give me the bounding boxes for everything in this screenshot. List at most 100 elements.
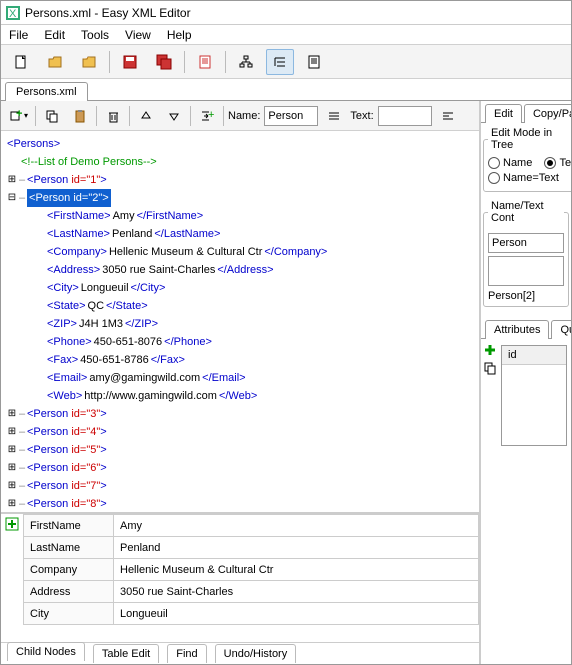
table-row[interactable]: Address3050 rue Saint-Charles: [24, 581, 479, 603]
document-button[interactable]: [191, 49, 219, 75]
name-label: Name:: [228, 110, 260, 122]
structure-view-button[interactable]: [232, 49, 260, 75]
tree-node-person-1[interactable]: ⊞–<Person id="1">: [7, 171, 473, 189]
move-down-button[interactable]: [162, 104, 186, 128]
tab-copy-paste[interactable]: Copy/Paste: [524, 104, 571, 123]
copy-button[interactable]: [40, 104, 64, 128]
open-folder-button[interactable]: [75, 49, 103, 75]
attr-cell[interactable]: [502, 365, 566, 385]
delete-button[interactable]: [101, 104, 125, 128]
tab-quick[interactable]: Quick: [551, 320, 571, 339]
save-all-button[interactable]: [150, 49, 178, 75]
title-bar: X Persons.xml - Easy XML Editor: [1, 1, 571, 25]
tree-view-button[interactable]: [266, 49, 294, 75]
right-tab-strip: Edit Copy/Paste: [481, 101, 571, 123]
toolbar-separator: [223, 106, 224, 126]
tree-leaf[interactable]: <Email>amy@gamingwild.com</Email>: [7, 369, 473, 387]
paste-button[interactable]: [68, 104, 92, 128]
copy-attribute-button[interactable]: [483, 361, 497, 375]
menu-help[interactable]: Help: [167, 28, 192, 42]
tab-table-edit[interactable]: Table Edit: [93, 644, 159, 663]
radio-name-text[interactable]: [488, 172, 500, 184]
node-name-input[interactable]: [488, 233, 564, 253]
tab-attributes[interactable]: Attributes: [485, 320, 549, 339]
indent-button[interactable]: +: [195, 104, 219, 128]
text-label: Text:: [350, 110, 373, 122]
save-button[interactable]: [116, 49, 144, 75]
toolbar-separator: [184, 51, 185, 73]
tree-leaf[interactable]: <Fax>450-651-8786</Fax>: [7, 351, 473, 369]
name-text-legend: Name/Text Cont: [488, 200, 564, 224]
tab-find[interactable]: Find: [167, 644, 206, 663]
main-toolbar: [1, 45, 571, 79]
inline-mode-button[interactable]: [322, 104, 346, 128]
tree-node-person[interactable]: ⊞–<Person id="5">: [7, 441, 473, 459]
tree-leaf[interactable]: <LastName>Penland</LastName>: [7, 225, 473, 243]
tree-leaf[interactable]: <Web>http://www.gamingwild.com</Web>: [7, 387, 473, 405]
menu-tools[interactable]: Tools: [81, 28, 109, 42]
property-table: FirstNameAmyLastNamePenlandCompanyHellen…: [1, 512, 479, 642]
svg-text:X: X: [9, 8, 17, 20]
menu-view[interactable]: View: [125, 28, 151, 42]
node-text-box[interactable]: [488, 256, 564, 286]
tree-leaf[interactable]: <State>QC</State>: [7, 297, 473, 315]
svg-text:+: +: [208, 109, 214, 121]
tree-leaf[interactable]: <FirstName>Amy</FirstName>: [7, 207, 473, 225]
menu-file[interactable]: File: [9, 28, 28, 42]
name-text-group: Name/Text Cont Person[2]: [483, 200, 569, 307]
add-attribute-button[interactable]: [483, 343, 497, 357]
property-grid[interactable]: FirstNameAmyLastNamePenlandCompanyHellen…: [23, 514, 479, 625]
table-row[interactable]: CompanyHellenic Museum & Cultural Ctr: [24, 559, 479, 581]
table-row[interactable]: CityLongueuil: [24, 603, 479, 625]
node-path: Person[2]: [488, 290, 564, 302]
text-view-button[interactable]: [300, 49, 328, 75]
tree-node-person[interactable]: ⊞–<Person id="3">: [7, 405, 473, 423]
toolbar-separator: [225, 51, 226, 73]
bottom-tab-strip: Child Nodes Table Edit Find Undo/History: [1, 642, 479, 664]
name-input[interactable]: [264, 106, 318, 126]
app-icon: X: [5, 5, 21, 21]
tree-node-person[interactable]: ⊞–<Person id="6">: [7, 459, 473, 477]
attribute-grid[interactable]: id: [501, 345, 567, 446]
tree-leaf[interactable]: <Company>Hellenic Museum & Cultural Ctr<…: [7, 243, 473, 261]
attr-header: id: [502, 346, 566, 365]
edit-mode-legend: Edit Mode in Tree: [488, 127, 571, 151]
tree-leaf[interactable]: <ZIP>J4H 1M3</ZIP>: [7, 315, 473, 333]
align-button[interactable]: [436, 104, 460, 128]
open-file-button[interactable]: [41, 49, 69, 75]
tree-node-person-2[interactable]: ⊟–<Person id="2">: [7, 189, 473, 207]
document-tab[interactable]: Persons.xml: [5, 82, 88, 101]
window-title: Persons.xml - Easy XML Editor: [25, 6, 191, 20]
tab-child-nodes[interactable]: Child Nodes: [7, 642, 85, 661]
menu-edit[interactable]: Edit: [44, 28, 65, 42]
tree-leaf[interactable]: <Phone>450-651-8076</Phone>: [7, 333, 473, 351]
radio-text[interactable]: [544, 157, 556, 169]
table-row[interactable]: LastNamePenland: [24, 537, 479, 559]
toolbar-separator: [109, 51, 110, 73]
tab-edit[interactable]: Edit: [485, 104, 522, 123]
xml-tree[interactable]: <Persons> <!--List of Demo Persons--> ⊞–…: [1, 131, 479, 512]
content-area: +▾ + Name: Text: <Persons> <!--List of D…: [1, 101, 571, 664]
add-node-button[interactable]: +▾: [7, 104, 31, 128]
table-row[interactable]: FirstNameAmy: [24, 515, 479, 537]
menu-bar: File Edit Tools View Help: [1, 25, 571, 45]
tree-node-person[interactable]: ⊞–<Person id="4">: [7, 423, 473, 441]
attributes-tab-strip: Attributes Quick: [481, 317, 571, 339]
tab-undo-history[interactable]: Undo/History: [215, 644, 297, 663]
add-row-button[interactable]: [1, 514, 23, 642]
tree-pane: +▾ + Name: Text: <Persons> <!--List of D…: [1, 101, 481, 664]
text-input[interactable]: [378, 106, 432, 126]
right-panel: Edit Copy/Paste Edit Mode in Tree Name T…: [481, 101, 571, 664]
new-file-button[interactable]: [7, 49, 35, 75]
tree-node-person[interactable]: ⊞–<Person id="8">: [7, 495, 473, 512]
svg-text:+: +: [16, 109, 22, 120]
edit-mode-group: Edit Mode in Tree Name Te Name=Text: [483, 127, 571, 192]
toolbar-separator: [35, 106, 36, 126]
toolbar-separator: [96, 106, 97, 126]
tree-leaf[interactable]: <Address>3050 rue Saint-Charles</Address…: [7, 261, 473, 279]
tree-node-person[interactable]: ⊞–<Person id="7">: [7, 477, 473, 495]
radio-name[interactable]: [488, 157, 500, 169]
move-up-button[interactable]: [134, 104, 158, 128]
document-tab-strip: Persons.xml: [1, 79, 571, 101]
tree-leaf[interactable]: <City>Longueuil</City>: [7, 279, 473, 297]
